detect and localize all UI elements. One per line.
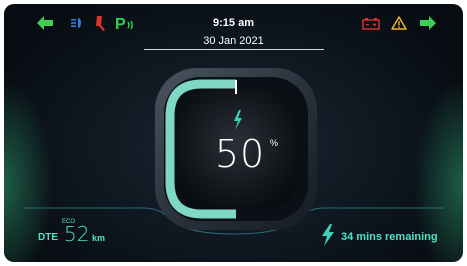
dte-unit: km (92, 233, 106, 243)
gauge-top-marker (235, 80, 237, 94)
dashboard-screen: P 9:15 am 30 Jan 2021 50 % DTE ECO 52 km… (4, 4, 463, 262)
charge-percentage: 50 (214, 132, 266, 176)
dte-value: 52 (64, 222, 90, 246)
charging-time-remaining: 34 mins remaining (341, 231, 438, 243)
charging-lightning-icon (322, 224, 334, 246)
dte-label: DTE (38, 232, 58, 243)
charge-percent-unit: % (270, 138, 279, 148)
